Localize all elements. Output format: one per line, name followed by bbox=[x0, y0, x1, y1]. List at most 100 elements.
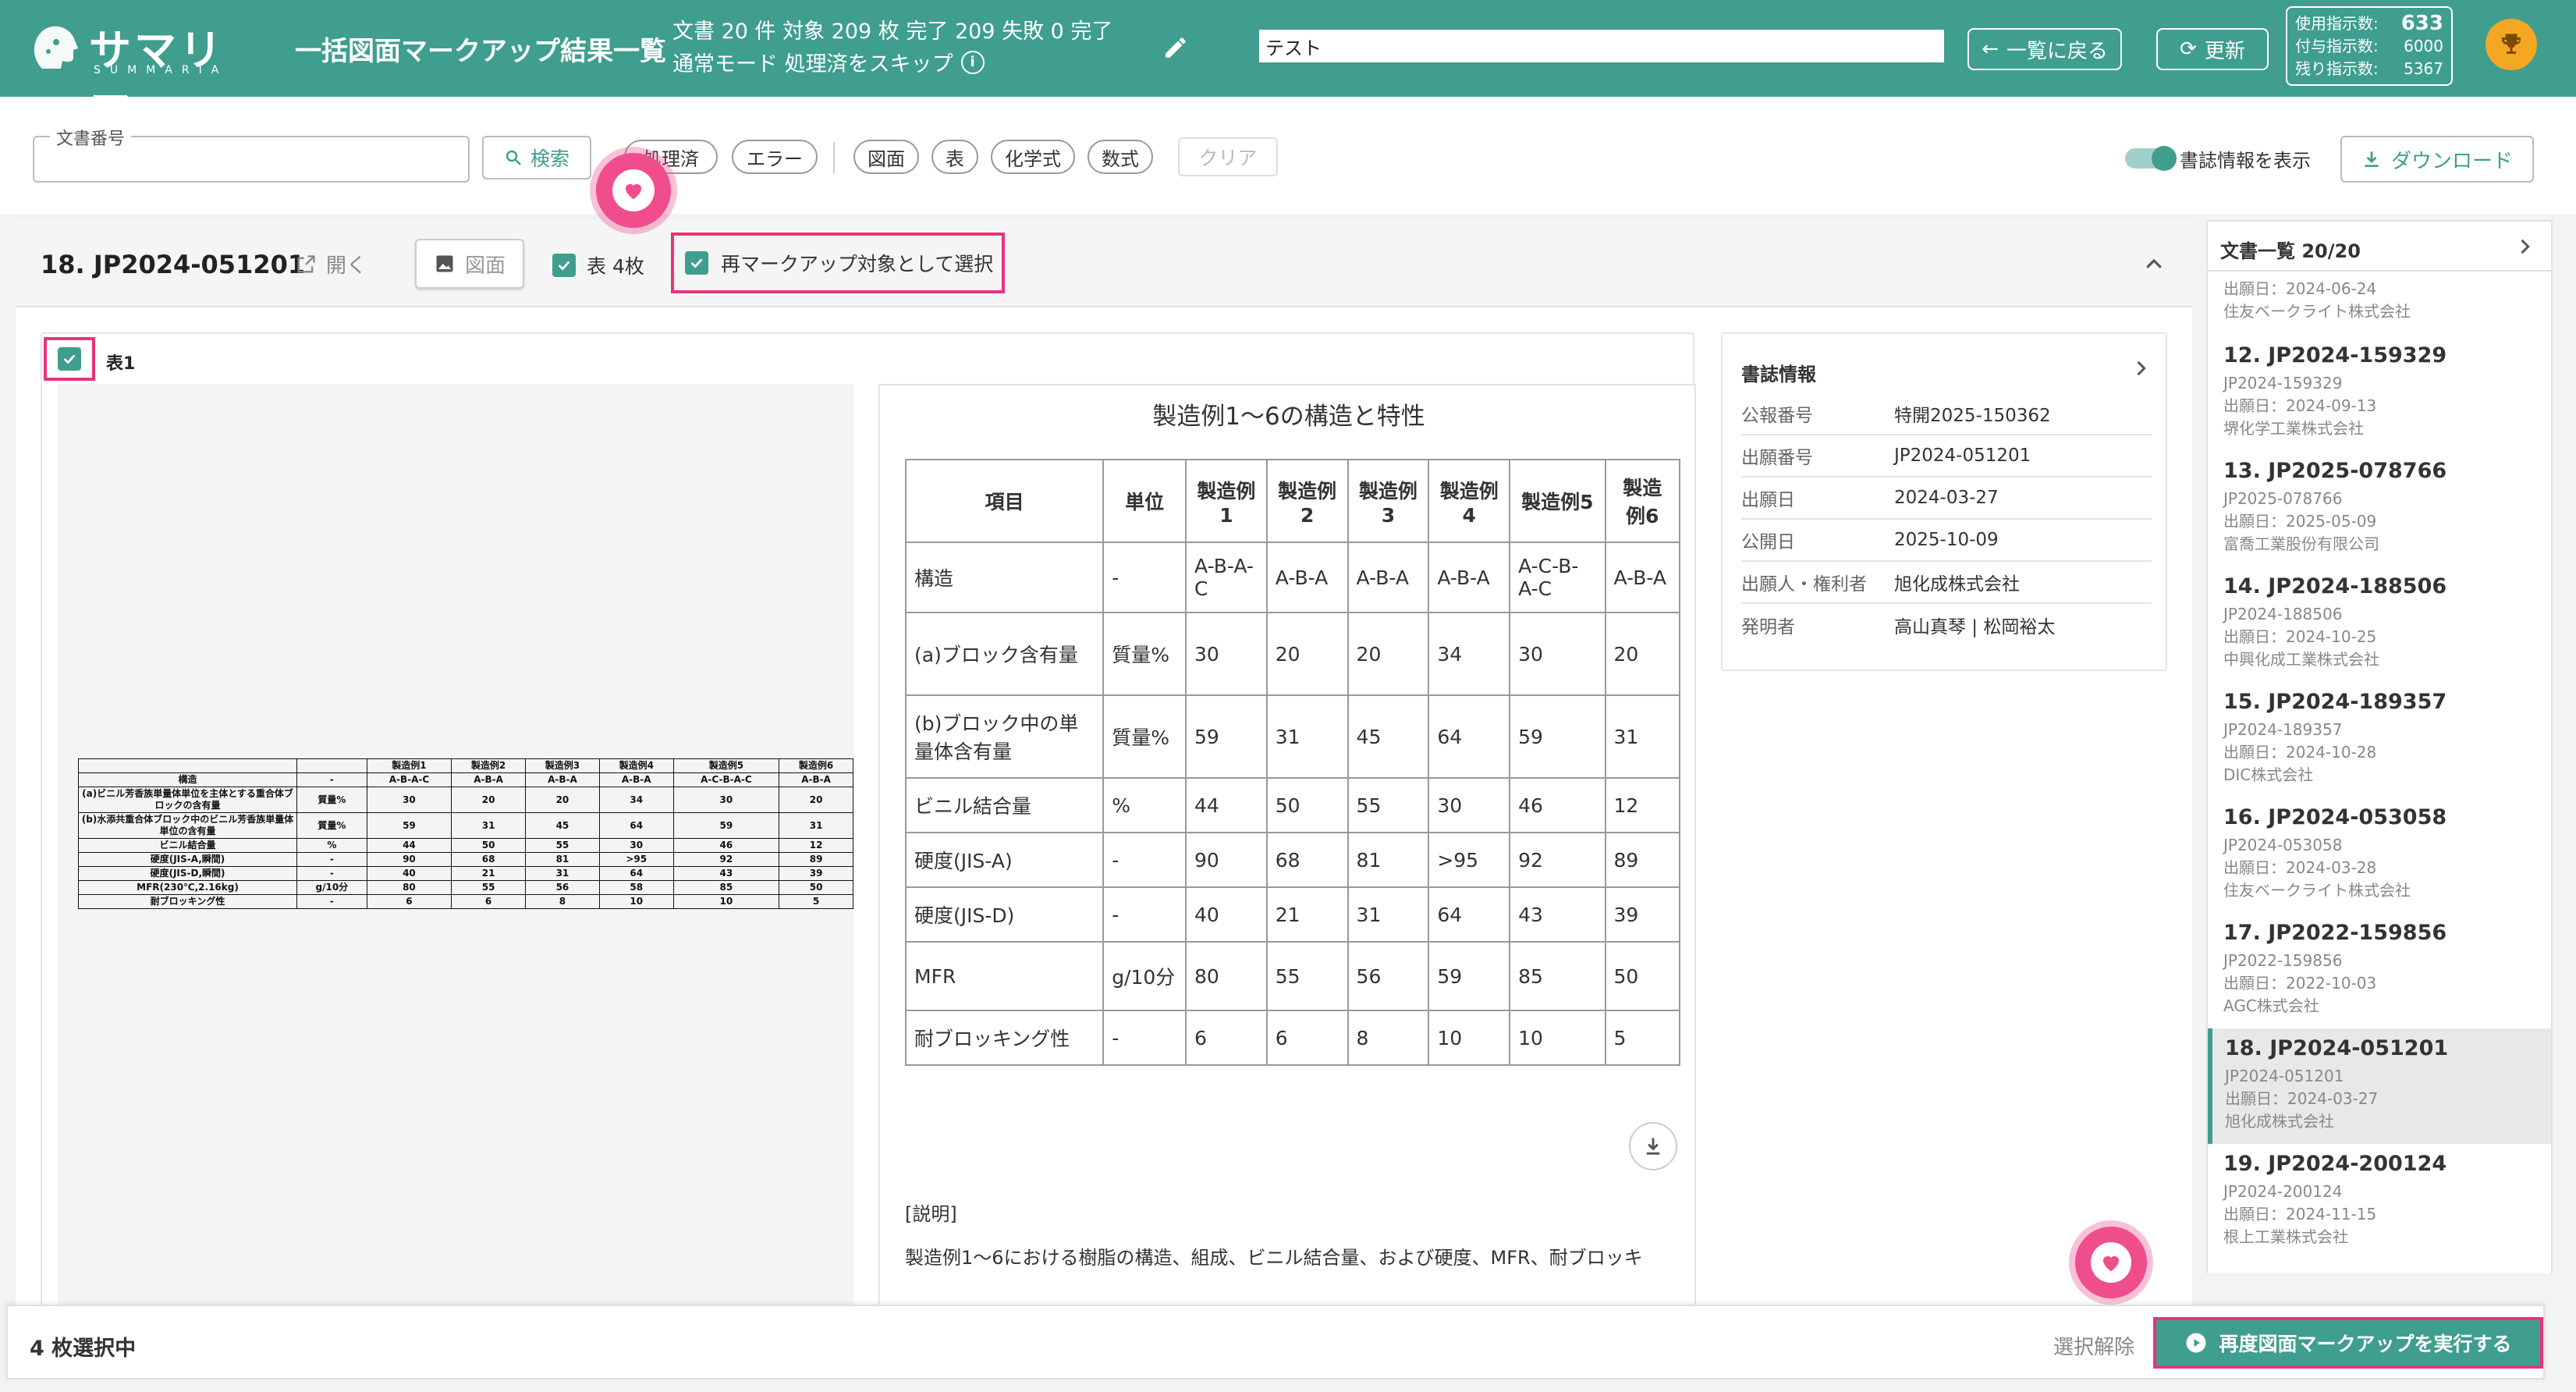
job-mode-text: 通常モード 処理済をスキップ bbox=[672, 52, 953, 76]
remarkup-checkbox[interactable]: 再マークアップ対象として選択 bbox=[671, 233, 1005, 293]
result-cell: A-B-A-C bbox=[1185, 542, 1268, 613]
trophy-icon[interactable] bbox=[2486, 19, 2537, 70]
doc-list-item[interactable]: 16. JP2024-053058 JP2024-053058 出願日：2024-0… bbox=[2208, 797, 2551, 913]
result-cell: 85 bbox=[1509, 941, 1606, 1011]
download-icon bbox=[2365, 151, 2379, 168]
result-header-cell: 単位 bbox=[1102, 459, 1187, 543]
biblio-toggle[interactable] bbox=[2125, 146, 2177, 171]
edit-icon[interactable] bbox=[1162, 34, 1189, 61]
chip-math[interactable]: 数式 bbox=[1088, 140, 1153, 174]
source-cell: 39 bbox=[779, 866, 853, 881]
doc-item-title: 16. JP2024-053058 bbox=[2223, 805, 2447, 829]
doc-list-item[interactable]: 17. JP2022-159856 JP2022-159856 出願日：2022-1… bbox=[2208, 913, 2551, 1028]
result-header-cell: 製造例6 bbox=[1604, 459, 1681, 543]
source-cell: % bbox=[296, 838, 367, 853]
result-cell: 55 bbox=[1265, 941, 1349, 1011]
usage-granted-value: 6000 bbox=[2404, 37, 2443, 55]
result-cell: 質量% bbox=[1102, 612, 1187, 696]
result-cell: 5 bbox=[1604, 1010, 1681, 1066]
result-cell: MFR bbox=[904, 941, 1105, 1011]
result-cell: (b)ブロック中の単量体含有量 bbox=[904, 694, 1105, 779]
doc-list-item[interactable]: 19. JP2024-200124 JP2024-200124 出願日：2024-1… bbox=[2208, 1144, 2551, 1259]
biblio-key: 公報番号 bbox=[1741, 406, 1813, 426]
doc-list-item[interactable]: 13. JP2025-078766 JP2025-078766 出願日：2025-0… bbox=[2208, 451, 2551, 566]
doc-item-company: 中興化成工業株式会社 bbox=[2223, 650, 2379, 669]
download-button[interactable]: ダウンロード bbox=[2340, 136, 2534, 183]
chevron-right-icon[interactable] bbox=[2514, 236, 2535, 257]
source-cell: A-B-A bbox=[451, 772, 526, 787]
source-header-cell: 製造例1 bbox=[366, 758, 452, 773]
doc-list-item[interactable]: 12. JP2024-159329 JP2024-159329 出願日：2024-0… bbox=[2208, 336, 2551, 451]
download-table-button[interactable] bbox=[1629, 1122, 1677, 1170]
back-to-list-button[interactable]: ← 一覧に戻る bbox=[1967, 28, 2122, 70]
doc-list-item[interactable]: 14. JP2024-188506 JP2024-188506 出願日：2024-1… bbox=[2208, 566, 2551, 682]
source-header-cell: 製造例3 bbox=[525, 758, 600, 773]
result-cell: g/10分 bbox=[1102, 941, 1187, 1011]
doc-number-field[interactable]: 文書番号 bbox=[33, 125, 470, 183]
source-header-cell bbox=[296, 758, 367, 773]
logo-head-icon bbox=[34, 26, 78, 69]
app-header: サマリア SUMMARIA 一括図面マークアップ結果一覧 文書 20 件 対象 … bbox=[0, 0, 2576, 137]
source-cell: 20 bbox=[779, 787, 853, 813]
result-cell: 39 bbox=[1604, 886, 1681, 943]
search-button[interactable]: 検索 bbox=[482, 136, 591, 179]
result-cell: 59 bbox=[1509, 694, 1606, 779]
clear-button[interactable]: クリア bbox=[1178, 137, 1278, 176]
source-table: 製造例1 製造例2 製造例3 製造例4 製造例5 製造例6 構造 - A-B-A-C A-B-A A… bbox=[78, 758, 853, 909]
doc-item-date: 出願日：2025-05-09 bbox=[2223, 512, 2377, 531]
doc-item-title: 12. JP2024-159329 bbox=[2223, 343, 2447, 368]
result-table-row: 耐ブロッキング性 -6 6 8 10 10 5 bbox=[904, 1010, 1681, 1066]
chip-figure[interactable]: 図面 bbox=[853, 140, 919, 174]
result-header-cell: 製造例2 bbox=[1265, 459, 1349, 543]
usage-remaining-value: 5367 bbox=[2404, 59, 2443, 78]
chip-error[interactable]: エラー bbox=[732, 140, 818, 174]
result-cell: 55 bbox=[1347, 777, 1430, 833]
doc-list-partial-item[interactable]: 出願日：2024-06-24 住友ベークライト株式会社 bbox=[2223, 278, 2411, 323]
info-icon[interactable]: i bbox=[960, 50, 985, 74]
chevron-up-icon[interactable] bbox=[2142, 253, 2166, 276]
source-row: MFR(230℃,2.16kg) g/10分 80 55 56 58 85 50 bbox=[78, 880, 853, 895]
table-select-checkbox[interactable] bbox=[44, 337, 95, 381]
chevron-right-icon[interactable] bbox=[2130, 357, 2152, 379]
job-mode: 通常モード 処理済をスキップ i bbox=[672, 47, 985, 77]
table-count-label: 表 4枚 bbox=[587, 255, 644, 278]
logo[interactable]: サマリア SUMMARIA bbox=[27, 16, 253, 137]
heart-icon bbox=[2091, 1242, 2131, 1283]
highlight-heart-marker bbox=[596, 153, 671, 228]
result-table-row: ビニル結合量% 44 50 55 30 46 12 bbox=[904, 777, 1681, 833]
name-input[interactable]: テスト bbox=[1259, 30, 1944, 62]
source-cell: A-B-A bbox=[779, 772, 853, 787]
doc-list-item[interactable]: 15. JP2024-189357 JP2024-189357 出願日：2024-1… bbox=[2208, 682, 2551, 797]
source-cell: 68 bbox=[451, 852, 526, 867]
source-cell: >95 bbox=[598, 852, 674, 867]
source-cell: 20 bbox=[451, 787, 526, 813]
doc-list-item[interactable]: 18. JP2024-051201 JP2024-051201 出願日：2024-0… bbox=[2208, 1028, 2551, 1144]
doc-list-fade bbox=[2208, 1256, 2551, 1273]
source-row: 硬度(JIS-D,瞬間) -40 21 31 64 43 39 bbox=[78, 866, 853, 881]
source-cell: 85 bbox=[672, 880, 780, 895]
doc-number-label: 文書番号 bbox=[50, 125, 132, 150]
source-cell: 64 bbox=[598, 866, 674, 881]
open-link[interactable]: 開く bbox=[295, 250, 367, 279]
result-cell: A-C-B-A-C bbox=[1509, 542, 1606, 613]
explain-heading: [説明] bbox=[905, 1203, 957, 1225]
doc-item-number: JP2024-159329 bbox=[2223, 374, 2343, 392]
clear-selection-button[interactable]: 選択解除 bbox=[2053, 1331, 2134, 1360]
result-cell: >95 bbox=[1428, 832, 1511, 888]
figure-button[interactable]: 図面 bbox=[415, 239, 524, 289]
run-remarkup-button[interactable]: 再度図面マークアップを実行する bbox=[2153, 1317, 2543, 1369]
doc-list-header: 文書一覧 20/20 bbox=[2208, 222, 2551, 272]
source-cell: 質量% bbox=[296, 787, 367, 813]
doc-item-title: 18. JP2024-051201 bbox=[2225, 1036, 2449, 1060]
table-count-checkbox[interactable]: 表 4枚 bbox=[552, 251, 644, 279]
refresh-button[interactable]: ⟳ 更新 bbox=[2156, 28, 2269, 70]
doc-item-title: 14. JP2024-188506 bbox=[2223, 574, 2447, 598]
doc-item-company: 住友ベークライト株式会社 bbox=[2223, 881, 2411, 900]
chip-chemical[interactable]: 化学式 bbox=[991, 140, 1075, 174]
figure-label: 図面 bbox=[464, 254, 506, 278]
document-panel: 18. JP2024-051201 開く 図面 表 4枚 再マークアップ対象とし… bbox=[16, 153, 2192, 1314]
result-header-cell: 製造例1 bbox=[1185, 459, 1268, 543]
source-cell: 64 bbox=[598, 812, 674, 839]
chip-table[interactable]: 表 bbox=[931, 140, 978, 174]
image-icon bbox=[436, 255, 453, 272]
